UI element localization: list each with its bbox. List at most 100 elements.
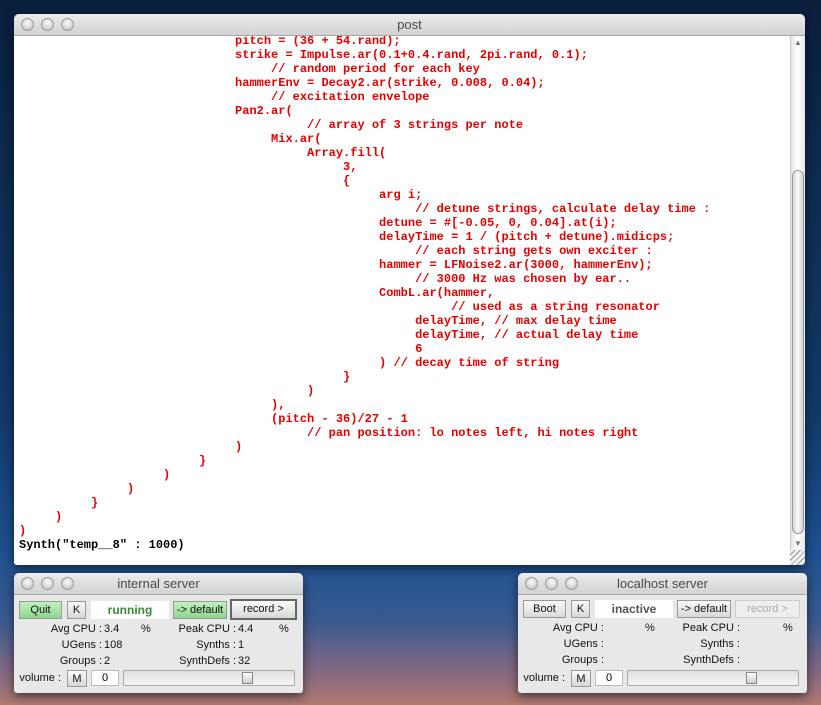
code-line: // pan position: lo notes left, hi notes… bbox=[19, 426, 639, 440]
groups-label: Groups : bbox=[59, 655, 102, 667]
post-text-area[interactable]: pitch = (36 + 54.rand); strike = Impulse… bbox=[14, 36, 790, 565]
code-line: Mix.ar( bbox=[19, 132, 322, 146]
peak-cpu-label: Peak CPU : bbox=[178, 623, 236, 635]
default-button[interactable]: -> default bbox=[173, 601, 227, 619]
synths-value: 1 bbox=[238, 639, 245, 651]
volume-label: volume : bbox=[19, 672, 61, 684]
record-button[interactable]: record > bbox=[230, 599, 297, 620]
groups-value: 2 bbox=[104, 655, 111, 667]
code-line: arg i; bbox=[19, 188, 423, 202]
code-line: ) bbox=[19, 482, 135, 496]
post-window: post pitch = (36 + 54.rand); strike = Im… bbox=[14, 14, 805, 565]
ugens-label: UGens : bbox=[563, 638, 604, 650]
code-line: // detune strings, calculate delay time … bbox=[19, 202, 711, 216]
zoom-button[interactable] bbox=[565, 577, 578, 590]
code-line: (pitch - 36)/27 - 1 bbox=[19, 412, 408, 426]
localhost-server-window: localhost server Boot K inactive -> defa… bbox=[518, 573, 807, 693]
mute-button[interactable]: M bbox=[571, 670, 591, 687]
slider-knob[interactable] bbox=[745, 672, 757, 684]
minimize-button[interactable] bbox=[41, 577, 54, 590]
code-line: delayTime = 1 / (pitch + detune).midicps… bbox=[19, 230, 675, 244]
close-button[interactable] bbox=[21, 577, 34, 590]
window-title: internal server bbox=[117, 576, 200, 591]
code-line: ) bbox=[19, 468, 171, 482]
kill-button[interactable]: K bbox=[571, 600, 590, 618]
quit-button[interactable]: Quit bbox=[19, 601, 62, 619]
output-line: Synth("temp__8" : 1000) bbox=[19, 538, 185, 552]
peak-cpu-percent: % bbox=[279, 623, 289, 635]
code-line: // excitation envelope bbox=[19, 90, 430, 104]
code-line: ) bbox=[19, 510, 63, 524]
code-line: hammerEnv = Decay2.ar(strike, 0.008, 0.0… bbox=[19, 76, 545, 90]
volume-slider[interactable] bbox=[627, 670, 799, 686]
code-line: } bbox=[19, 496, 99, 510]
peak-cpu-percent: % bbox=[783, 622, 793, 634]
title-bar[interactable]: post bbox=[14, 14, 805, 36]
vertical-scrollbar[interactable]: ▲ ▼ bbox=[790, 36, 805, 550]
internal-server-window: internal server Quit K running -> defaul… bbox=[14, 573, 303, 693]
zoom-button[interactable] bbox=[61, 577, 74, 590]
avg-cpu-label: Avg CPU : bbox=[50, 623, 102, 635]
ugens-label: UGens : bbox=[61, 639, 102, 651]
code-line: CombL.ar(hammer, bbox=[19, 286, 495, 300]
zoom-button[interactable] bbox=[61, 18, 74, 31]
scroll-down-arrow-icon[interactable]: ▼ bbox=[794, 539, 802, 548]
code-line: delayTime, // actual delay time bbox=[19, 328, 639, 342]
code-line: 3, bbox=[19, 160, 358, 174]
code-line: // 3000 Hz was chosen by ear.. bbox=[19, 272, 632, 286]
close-button[interactable] bbox=[525, 577, 538, 590]
resize-grip-icon[interactable] bbox=[790, 550, 805, 565]
volume-field[interactable]: 0 bbox=[595, 670, 623, 686]
status-display: running bbox=[91, 601, 169, 619]
minimize-button[interactable] bbox=[41, 18, 54, 31]
synths-label: Synths : bbox=[196, 639, 236, 651]
code-line: } bbox=[19, 454, 207, 468]
code-line: ) bbox=[19, 524, 27, 538]
code-line: Array.fill( bbox=[19, 146, 387, 160]
code-line: ) bbox=[19, 440, 243, 454]
boot-button[interactable]: Boot bbox=[523, 600, 566, 618]
avg-cpu-value: 3.4 bbox=[104, 623, 120, 635]
code-line: ), bbox=[19, 398, 286, 412]
window-title: localhost server bbox=[616, 576, 709, 591]
code-line: Pan2.ar( bbox=[19, 104, 293, 118]
volume-field[interactable]: 0 bbox=[91, 670, 119, 686]
code-line: // random period for each key bbox=[19, 62, 480, 76]
window-title: post bbox=[397, 17, 422, 32]
kill-button[interactable]: K bbox=[67, 601, 86, 619]
mute-button[interactable]: M bbox=[67, 670, 87, 687]
code-line: pitch = (36 + 54.rand); bbox=[19, 36, 401, 48]
code-output: pitch = (36 + 54.rand); strike = Impulse… bbox=[19, 36, 710, 552]
code-line: // array of 3 strings per note bbox=[19, 118, 524, 132]
code-line: { bbox=[19, 174, 351, 188]
code-line: detune = #[-0.05, 0, 0.04].at(i); bbox=[19, 216, 617, 230]
volume-label: volume : bbox=[523, 672, 565, 684]
slider-knob[interactable] bbox=[241, 672, 253, 684]
volume-slider[interactable] bbox=[123, 670, 295, 686]
minimize-button[interactable] bbox=[545, 577, 558, 590]
code-line: 6 bbox=[19, 342, 423, 356]
code-line: strike = Impulse.ar(0.1+0.4.rand, 2pi.ra… bbox=[19, 48, 588, 62]
code-line: delayTime, // max delay time bbox=[19, 314, 617, 328]
peak-cpu-label: Peak CPU : bbox=[682, 622, 740, 634]
scroll-thumb[interactable] bbox=[792, 170, 804, 534]
synthdefs-label: SynthDefs : bbox=[683, 654, 740, 666]
code-line: ) // decay time of string bbox=[19, 356, 560, 370]
title-bar[interactable]: localhost server bbox=[518, 573, 807, 595]
ugens-value: 108 bbox=[104, 639, 123, 651]
code-line: } bbox=[19, 370, 351, 384]
title-bar[interactable]: internal server bbox=[14, 573, 303, 595]
code-line: // each string gets own exciter : bbox=[19, 244, 653, 258]
status-display: inactive bbox=[595, 600, 673, 618]
scroll-up-arrow-icon[interactable]: ▲ bbox=[794, 38, 802, 47]
default-button[interactable]: -> default bbox=[677, 600, 731, 618]
synths-label: Synths : bbox=[700, 638, 740, 650]
groups-label: Groups : bbox=[561, 654, 604, 666]
close-button[interactable] bbox=[21, 18, 34, 31]
record-button: record > bbox=[735, 600, 800, 618]
avg-cpu-label: Avg CPU : bbox=[552, 622, 604, 634]
code-line: hammer = LFNoise2.ar(3000, hammerEnv); bbox=[19, 258, 653, 272]
code-line: // used as a string resonator bbox=[19, 300, 660, 314]
code-line: ) bbox=[19, 384, 315, 398]
synthdefs-label: SynthDefs : bbox=[179, 655, 236, 667]
